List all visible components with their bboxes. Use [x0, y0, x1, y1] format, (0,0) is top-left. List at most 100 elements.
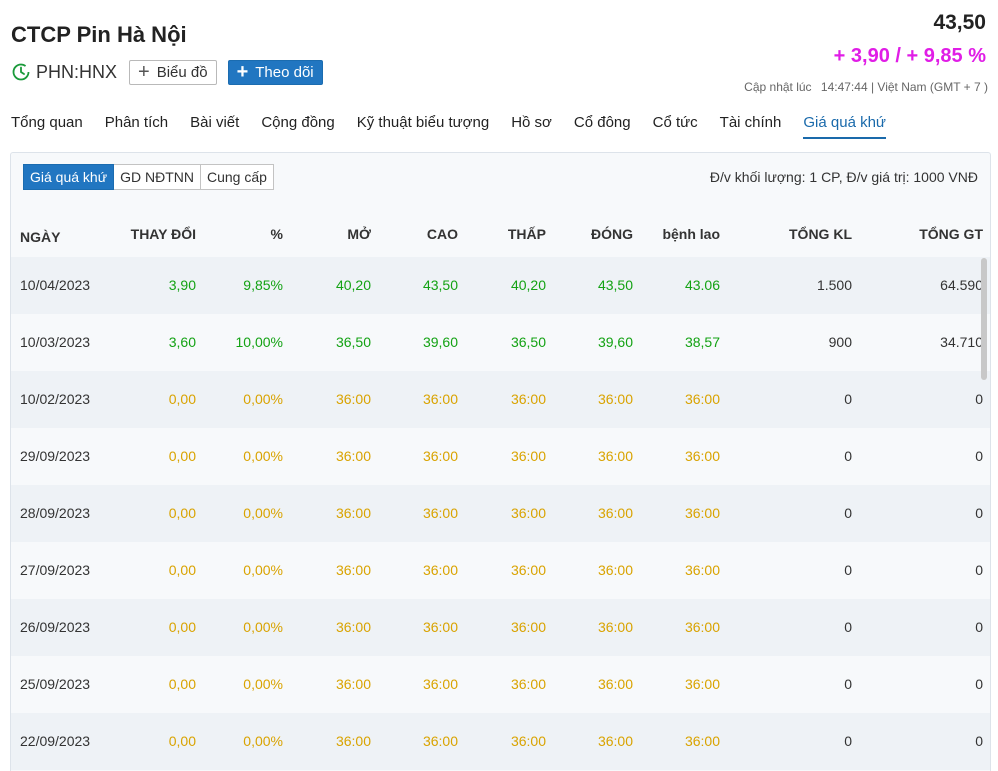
table-cell: 3,60 — [168, 334, 196, 350]
table-cell: 36:00 — [422, 733, 458, 749]
tab-1[interactable]: Phân tích — [105, 114, 168, 139]
table-cell: 36:00 — [422, 448, 458, 464]
table-cell: 900 — [828, 334, 852, 350]
plus-icon: + — [236, 61, 249, 83]
plus-icon: + — [138, 61, 150, 83]
table-cell: 36:00 — [335, 676, 371, 692]
column-header[interactable]: % — [271, 226, 283, 242]
table-cell: 36:00 — [597, 619, 633, 635]
clock-refresh-icon — [12, 63, 30, 81]
segment-0[interactable]: Giá quá khứ — [23, 164, 115, 190]
table-cell: 36:00 — [684, 505, 720, 521]
table-cell: 43,50 — [422, 277, 458, 293]
table-row: 22/09/2023 0,00 0,00% 36:00 36:00 36:00 36:00 3… — [11, 713, 990, 770]
table-cell: 0 — [975, 619, 983, 635]
column-header[interactable]: TỔNG GT — [919, 226, 983, 242]
table-body: 10/04/2023 3,90 9,85% 40,20 43,50 40,20 43,50 4… — [11, 257, 990, 770]
follow-button-label: Theo dõi — [255, 63, 314, 81]
table-cell: 0,00% — [243, 505, 283, 521]
table-cell: 0,00 — [168, 676, 196, 692]
table-cell: 0 — [975, 448, 983, 464]
table-cell: 36:00 — [510, 505, 546, 521]
table-cell: 43.06 — [684, 277, 720, 293]
tab-9[interactable]: Giá quá khứ — [803, 114, 886, 139]
column-header[interactable]: ĐÓNG — [591, 226, 633, 242]
table-cell: 0 — [844, 676, 852, 692]
table-cell: 43,50 — [597, 277, 633, 293]
chart-button[interactable]: + Biểu đồ — [129, 59, 217, 85]
table-cell: 34.710 — [940, 334, 983, 350]
table-cell: 10/02/2023 — [20, 391, 91, 407]
table-cell: 36:00 — [335, 733, 371, 749]
table-cell: 0 — [844, 505, 852, 521]
table-cell: 36:00 — [422, 562, 458, 578]
update-label: Cập nhật lúc — [744, 80, 812, 94]
table-cell: 0,00 — [168, 505, 196, 521]
column-header[interactable]: THẤP — [508, 226, 546, 242]
table-cell: 36:00 — [597, 676, 633, 692]
table-cell: 36:00 — [335, 448, 371, 464]
table-cell: 36:00 — [684, 619, 720, 635]
table-cell: 36,50 — [335, 334, 371, 350]
tab-4[interactable]: Kỹ thuật biểu tượng — [357, 114, 489, 139]
column-header[interactable]: CAO — [427, 226, 458, 242]
table-cell: 36:00 — [510, 619, 546, 635]
column-header[interactable]: NGÀY — [20, 229, 60, 245]
current-price: 43,50 — [933, 11, 986, 34]
table-cell: 38,57 — [684, 334, 720, 350]
column-header[interactable]: THAY ĐỔI — [131, 226, 196, 242]
tab-6[interactable]: Cổ đông — [574, 114, 631, 139]
unit-note: Đ/v khối lượng: 1 CP, Đ/v giá trị: 1000 … — [709, 169, 978, 185]
table-cell: 39,60 — [597, 334, 633, 350]
table-cell: 36,50 — [510, 334, 546, 350]
table-cell: 0,00 — [168, 448, 196, 464]
table-cell: 0 — [975, 676, 983, 692]
table-cell: 1.500 — [816, 277, 852, 293]
table-cell: 0 — [975, 505, 983, 521]
scrollbar[interactable] — [981, 258, 987, 380]
column-header[interactable]: TỔNG KL — [789, 226, 852, 242]
table-cell: 36:00 — [422, 391, 458, 407]
tab-7[interactable]: Cổ tức — [653, 114, 698, 139]
table-cell: 0,00% — [243, 391, 283, 407]
table-cell: 36:00 — [597, 562, 633, 578]
table-cell: 22/09/2023 — [20, 733, 91, 749]
company-title: CTCP Pin Hà Nội — [11, 22, 187, 47]
table-row: 10/04/2023 3,90 9,85% 40,20 43,50 40,20 43,50 4… — [11, 257, 990, 314]
table-cell: 0,00% — [243, 448, 283, 464]
table-cell: 25/09/2023 — [20, 676, 91, 692]
table-cell: 36:00 — [422, 619, 458, 635]
table-cell: 0,00% — [243, 619, 283, 635]
column-header[interactable]: bệnh lao — [662, 226, 720, 242]
table-cell: 36:00 — [335, 562, 371, 578]
follow-button[interactable]: + Theo dõi — [227, 59, 323, 85]
table-cell: 36:00 — [684, 391, 720, 407]
table-cell: 36:00 — [597, 505, 633, 521]
table-cell: 36:00 — [684, 448, 720, 464]
tab-5[interactable]: Hồ sơ — [511, 114, 552, 139]
table-cell: 0,00 — [168, 562, 196, 578]
ticker-row: PHN:HNX + Biểu đồ + Theo dõi — [11, 59, 323, 85]
table-cell: 36:00 — [422, 676, 458, 692]
table-cell: 36:00 — [684, 562, 720, 578]
tab-3[interactable]: Cộng đồng — [261, 114, 334, 139]
column-header[interactable]: MỞ — [347, 226, 371, 242]
table-cell: 0 — [844, 619, 852, 635]
table-row: 29/09/2023 0,00 0,00% 36:00 36:00 36:00 36:00 3… — [11, 428, 990, 485]
table-cell: 0 — [975, 562, 983, 578]
tab-2[interactable]: Bài viết — [190, 114, 239, 139]
tab-0[interactable]: Tổng quan — [11, 114, 83, 139]
table-cell: 36:00 — [510, 733, 546, 749]
segment-2[interactable]: Cung cấp — [200, 164, 274, 190]
table-cell: 36:00 — [335, 391, 371, 407]
table-cell: 0,00% — [243, 562, 283, 578]
segment-1[interactable]: GD NĐTNN — [114, 164, 201, 190]
table-cell: 29/09/2023 — [20, 448, 91, 464]
table-cell: 10/04/2023 — [20, 277, 91, 293]
tab-8[interactable]: Tài chính — [720, 114, 782, 139]
table-cell: 36:00 — [510, 676, 546, 692]
table-cell: 36:00 — [597, 733, 633, 749]
table-header: NGÀY THAY ĐỔI% MỞ CAO THẤP ĐÓNG bệnh lao TỔNG K… — [11, 226, 990, 250]
table-row: 25/09/2023 0,00 0,00% 36:00 36:00 36:00 36:00 3… — [11, 656, 990, 713]
table-cell: 0 — [844, 391, 852, 407]
